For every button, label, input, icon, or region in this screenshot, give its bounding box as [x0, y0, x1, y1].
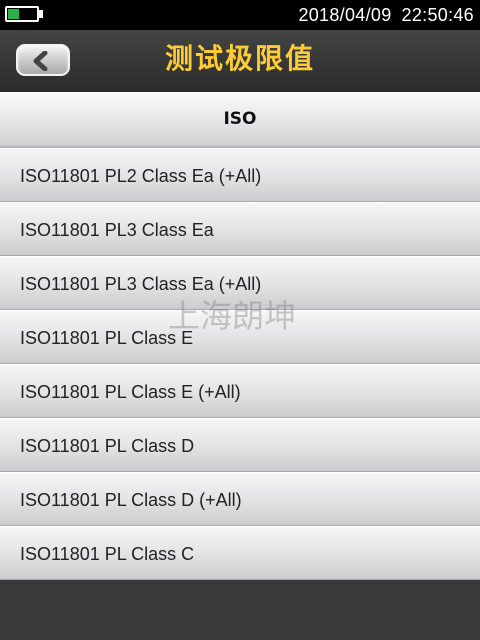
- test-limit-list: ISO11801 PL2 Class Ea (+All) ISO11801 PL3…: [0, 148, 480, 580]
- chevron-left-icon: [33, 51, 48, 71]
- battery-cap: [39, 10, 43, 18]
- limit-list-item[interactable]: ISO11801 PL Class C: [0, 526, 480, 580]
- battery-icon: [5, 6, 39, 22]
- limit-list-item[interactable]: ISO11801 PL Class D: [0, 418, 480, 472]
- limit-list-item[interactable]: ISO11801 PL Class E (+All): [0, 364, 480, 418]
- limit-list-item[interactable]: ISO11801 PL Class D (+All): [0, 472, 480, 526]
- limit-list-item[interactable]: ISO11801 PL Class E: [0, 310, 480, 364]
- status-clock: 2018/04/09 22:50:46: [298, 2, 474, 28]
- status-bar: 2018/04/09 22:50:46: [0, 0, 480, 30]
- back-button[interactable]: [16, 44, 70, 76]
- list-group-header: ISO: [0, 92, 480, 148]
- limit-list-item[interactable]: ISO11801 PL2 Class Ea (+All): [0, 148, 480, 202]
- battery-level-fill: [8, 9, 19, 19]
- status-time: 22:50:46: [401, 5, 474, 25]
- status-date: 2018/04/09: [298, 5, 392, 25]
- page-title: 测试极限值: [164, 42, 315, 75]
- limit-list-item[interactable]: ISO11801 PL3 Class Ea (+All): [0, 256, 480, 310]
- footer-bar: [0, 580, 480, 640]
- title-bar: 测试极限值: [0, 30, 480, 92]
- limit-list-item[interactable]: ISO11801 PL3 Class Ea: [0, 202, 480, 256]
